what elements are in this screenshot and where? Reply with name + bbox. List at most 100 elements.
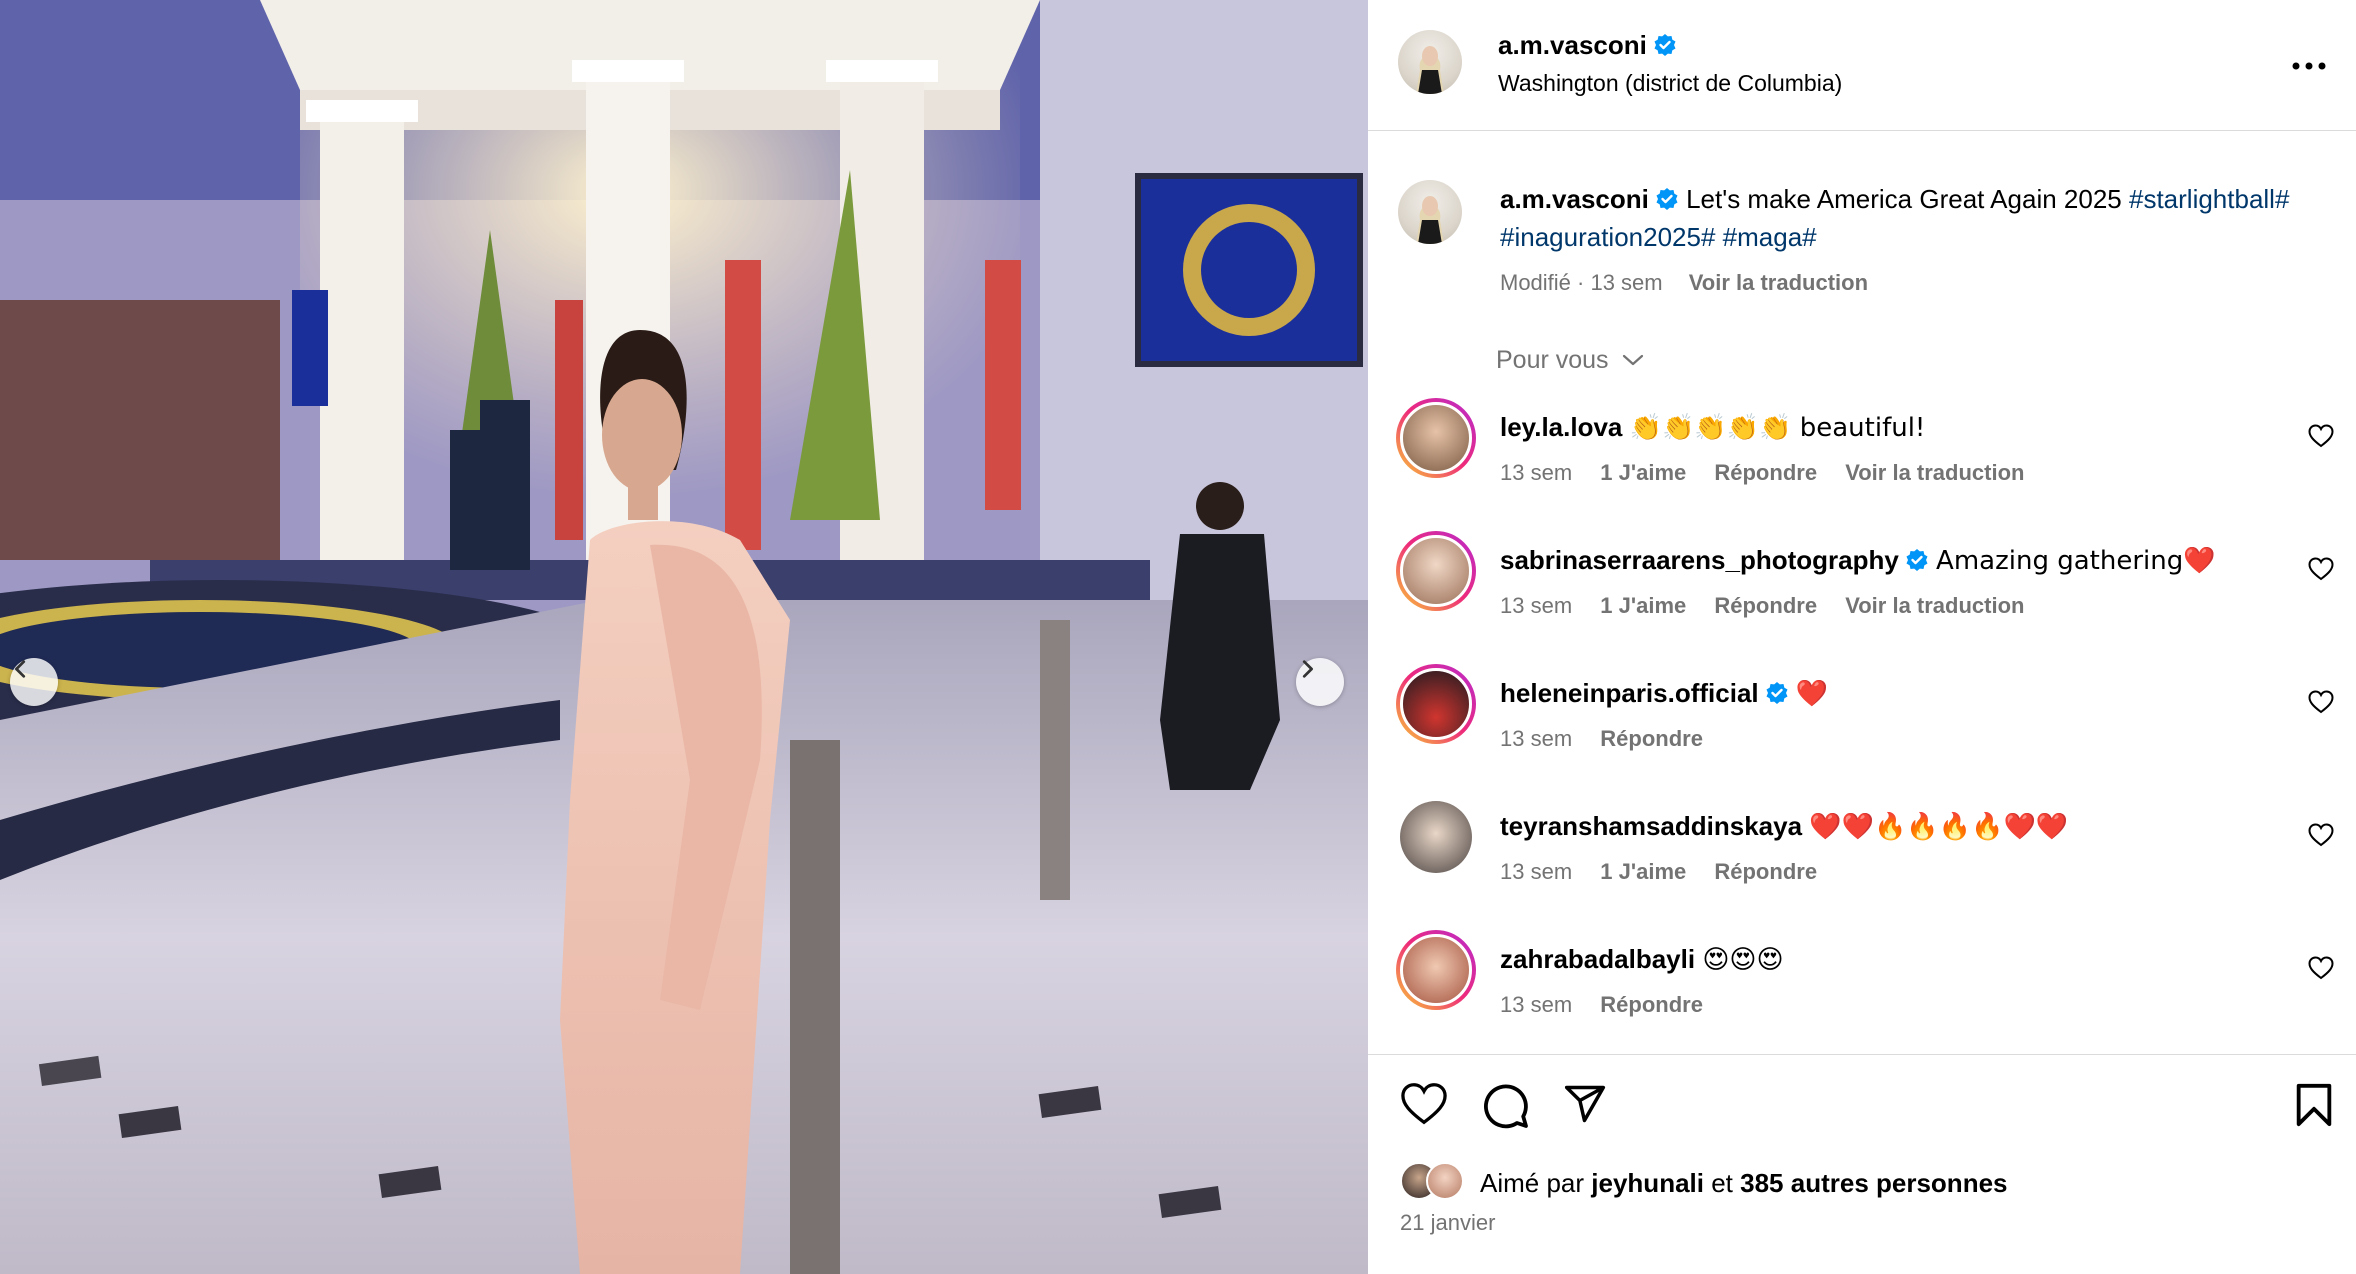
reply-button[interactable]: Répondre [1714, 460, 1817, 485]
heart-outline-icon [2308, 823, 2334, 847]
liker-avatar [1426, 1162, 1464, 1200]
paper-plane-icon [1564, 1085, 1606, 1123]
author-avatar[interactable] [1398, 30, 1462, 94]
comment-body: teyranshamsaddinskaya ❤️❤️🔥🔥🔥🔥❤️❤️ [1500, 811, 2068, 842]
comment-meta: 13 sem 1 J'aime Répondre Voir la traduct… [1500, 460, 2046, 486]
commenter-username[interactable]: teyranshamsaddinskaya [1500, 811, 1802, 841]
reply-button[interactable]: Répondre [1600, 726, 1703, 751]
comment-body: ley.la.lova 👏👏👏👏👏 beautiful! [1500, 412, 1925, 443]
likes-joiner: et [1711, 1168, 1733, 1198]
post-caption: a.m.vasconi Let's make America Great Aga… [1500, 180, 2320, 256]
comment-item: ley.la.lova 👏👏👏👏👏 beautiful! 13 sem 1 J'… [1368, 398, 2356, 518]
comment-time: 13 sem [1500, 593, 1573, 618]
comment-meta: 13 sem 1 J'aime Répondre [1500, 859, 1839, 885]
comment-likes-count[interactable]: 1 J'aime [1600, 460, 1686, 485]
photo-scene [0, 0, 1368, 1274]
see-translation-link[interactable]: Voir la traduction [1845, 593, 2024, 618]
chevron-left-icon [15, 660, 26, 678]
comment-likes-count[interactable]: 1 J'aime [1600, 859, 1686, 884]
comment-body: heleneinparis.official ❤️ [1500, 678, 1828, 709]
heart-outline-icon [2308, 424, 2334, 448]
author-username-text[interactable]: a.m.vasconi [1498, 30, 1647, 60]
like-comment-button[interactable] [2308, 424, 2334, 453]
comment-body: zahrabadalbayli 😍😍😍 [1500, 944, 1784, 975]
hashtag-link[interactable]: #starlightball# [2129, 184, 2289, 214]
comment-meta: 13 sem Répondre [1500, 992, 1725, 1018]
see-translation-link[interactable]: Voir la traduction [1845, 460, 2024, 485]
post-date[interactable]: 21 janvier [1400, 1210, 1495, 1236]
comment-body: sabrinaserraarens_photography Amazing ga… [1500, 545, 2216, 576]
comment-time: 13 sem [1500, 859, 1573, 884]
commenter-username[interactable]: zahrabadalbayli [1500, 944, 1695, 974]
actions-divider [1368, 1054, 2356, 1055]
chevron-down-icon [1622, 354, 1643, 366]
heart-outline-icon [1401, 1083, 1447, 1125]
like-comment-button[interactable] [2308, 823, 2334, 852]
comment-item: heleneinparis.official ❤️ 13 sem Répondr… [1368, 664, 2356, 784]
post-side-panel: a.m.vasconi Washington (district de Colu… [1368, 0, 2356, 1274]
post-location[interactable]: Washington (district de Columbia) [1498, 70, 1842, 97]
likes-summary: Aimé par jeyhunali et 385 autres personn… [1480, 1168, 2008, 1199]
like-post-button[interactable] [1400, 1082, 1448, 1132]
caption-username[interactable]: a.m.vasconi [1500, 184, 1649, 214]
more-options-button[interactable] [2292, 58, 2326, 76]
others-likes-link[interactable]: 385 autres personnes [1740, 1168, 2007, 1198]
liker-username[interactable]: jeyhunali [1591, 1168, 1704, 1198]
comment-item: teyranshamsaddinskaya ❤️❤️🔥🔥🔥🔥❤️❤️ 13 se… [1368, 797, 2356, 917]
commenter-avatar[interactable] [1396, 930, 1476, 1010]
share-button[interactable] [1562, 1082, 1608, 1132]
comment-time: 13 sem [1500, 992, 1573, 1017]
caption-author-avatar[interactable] [1398, 180, 1462, 244]
save-post-button[interactable] [2294, 1082, 2334, 1132]
comment-text: ❤️❤️🔥🔥🔥🔥❤️❤️ [1809, 812, 2069, 842]
previous-photo-button[interactable] [10, 658, 58, 706]
commenter-username[interactable]: ley.la.lova [1500, 412, 1622, 442]
comment-item: sabrinaserraarens_photography Amazing ga… [1368, 531, 2356, 651]
reply-button[interactable]: Répondre [1600, 992, 1703, 1017]
like-comment-button[interactable] [2308, 690, 2334, 719]
comment-likes-count[interactable]: 1 J'aime [1600, 593, 1686, 618]
heart-outline-icon [2308, 690, 2334, 714]
speech-bubble-icon [1484, 1084, 1528, 1129]
comment-text: 👏👏👏👏👏 beautiful! [1629, 413, 1926, 443]
chevron-right-icon [1302, 660, 1313, 678]
comment-time: 13 sem [1500, 460, 1573, 485]
comment-sort-dropdown[interactable]: Pour vous [1496, 346, 1644, 375]
see-translation-link[interactable]: Voir la traduction [1689, 270, 1868, 295]
verified-badge-icon [1906, 549, 1928, 571]
comment-sort-label: Pour vous [1496, 346, 1609, 374]
heart-outline-icon [2308, 557, 2334, 581]
comment-time: 13 sem [1500, 726, 1573, 751]
caption-text: Let's make America Great Again 2025 [1686, 184, 2122, 214]
more-dots-icon [2292, 62, 2326, 70]
author-username[interactable]: a.m.vasconi [1498, 30, 1677, 61]
likes-prefix: Aimé par [1480, 1168, 1585, 1198]
commenter-avatar[interactable] [1396, 531, 1476, 611]
comment-button[interactable] [1482, 1082, 1530, 1132]
hashtag-link[interactable]: #inaguration2025# [1500, 222, 1715, 252]
commenter-avatar[interactable] [1400, 801, 1472, 873]
avatar-portrait [1416, 46, 1444, 94]
post-photo[interactable] [0, 0, 1368, 1274]
header-divider [1368, 130, 2356, 131]
comment-text: Amazing gathering❤️ [1936, 546, 2216, 576]
hashtag-link[interactable]: #maga# [1723, 222, 1817, 252]
like-comment-button[interactable] [2308, 956, 2334, 985]
next-photo-button[interactable] [1296, 658, 1344, 706]
commenter-username[interactable]: heleneinparis.official [1500, 678, 1759, 708]
comment-text: 😍😍😍 [1702, 945, 1784, 975]
like-comment-button[interactable] [2308, 557, 2334, 586]
commenter-avatar[interactable] [1396, 398, 1476, 478]
verified-badge-icon [1656, 188, 1678, 210]
comment-meta: 13 sem Répondre [1500, 726, 1725, 752]
caption-edited-time: Modifié · 13 sem [1500, 270, 1663, 295]
reply-button[interactable]: Répondre [1714, 593, 1817, 618]
bookmark-icon [2296, 1083, 2332, 1127]
commenter-username[interactable]: sabrinaserraarens_photography [1500, 545, 1899, 575]
reply-button[interactable]: Répondre [1714, 859, 1817, 884]
verified-badge-icon [1766, 682, 1788, 704]
commenter-avatar[interactable] [1396, 664, 1476, 744]
comment-text: ❤️ [1795, 679, 1829, 709]
avatar-portrait [1416, 196, 1444, 244]
caption-meta: Modifié · 13 sem Voir la traduction [1500, 270, 1868, 296]
